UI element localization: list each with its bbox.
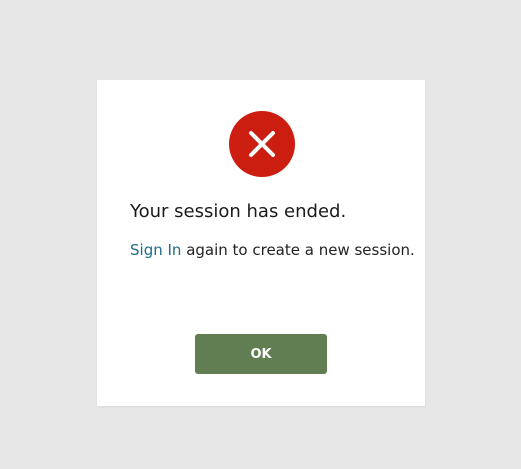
error-x-icon <box>229 111 295 177</box>
error-x-glyph <box>249 131 275 157</box>
ok-button[interactable]: OK <box>195 334 327 374</box>
dialog-title: Your session has ended. <box>130 201 347 222</box>
session-ended-dialog: Your session has ended. Sign In again to… <box>97 80 425 406</box>
sign-in-link[interactable]: Sign In <box>130 241 181 259</box>
page-background: Your session has ended. Sign In again to… <box>0 0 521 469</box>
message-text: again to create a new session. <box>181 241 415 259</box>
dialog-message: Sign In again to create a new session. <box>130 241 415 259</box>
